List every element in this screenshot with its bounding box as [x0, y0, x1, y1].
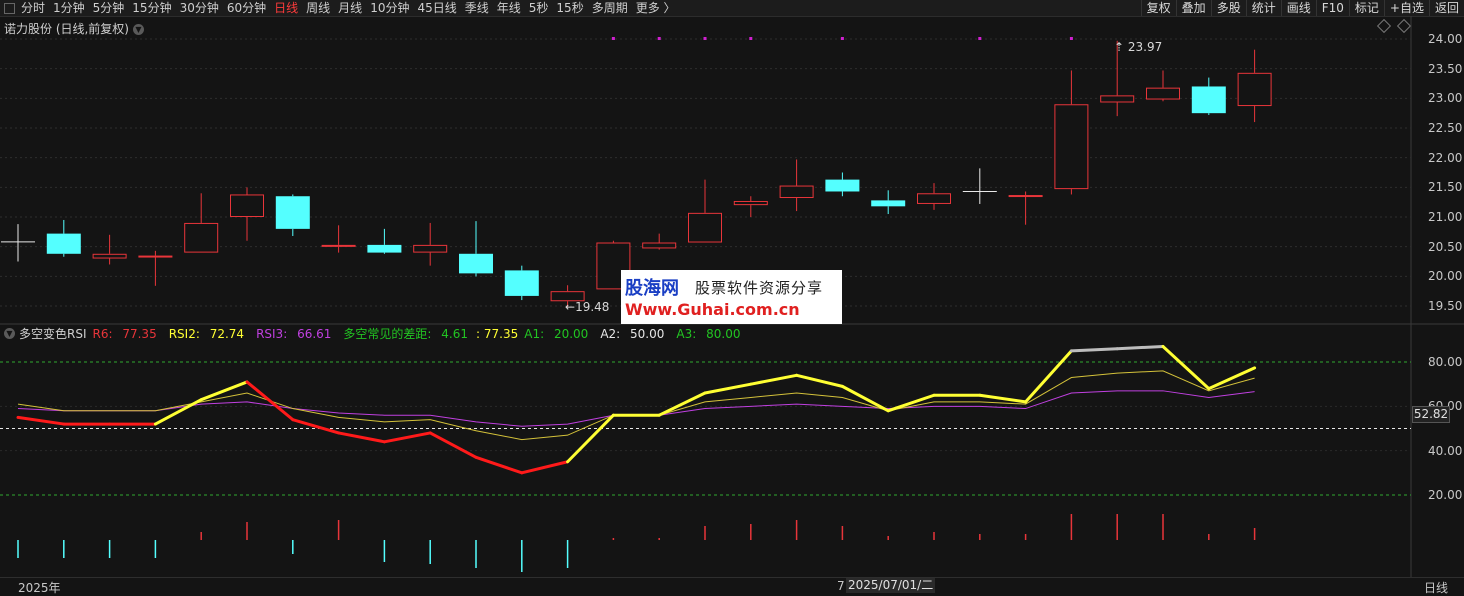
candle-body [1054, 104, 1089, 190]
candle-body [459, 253, 493, 274]
price-tick-label: 24.00 [1428, 32, 1463, 46]
candle-body [1191, 86, 1226, 114]
price-tick-label: 20.00 [1428, 269, 1463, 284]
signal-marker [749, 37, 753, 40]
indicator-tick-label: 80.00 [1428, 355, 1463, 369]
candle-body [917, 193, 951, 204]
watermark: 股海网 股票软件资源分享 Www.Guhai.com.cn [621, 270, 842, 324]
candle-body [642, 242, 677, 249]
price-tick-label: 23.50 [1428, 61, 1463, 76]
rsi1-segment [153, 398, 203, 426]
signal-marker [840, 37, 844, 40]
rsi1-segment [1207, 366, 1257, 391]
price-tick-label: 21.50 [1428, 180, 1463, 195]
rsi1-segment [1024, 349, 1073, 404]
candle-body [1146, 87, 1180, 100]
gap-value: 多空常见的差距: 4.61 [343, 327, 469, 341]
candle-body [321, 244, 356, 247]
low-arrow-icon: ← [565, 300, 576, 314]
candle-body [413, 244, 448, 253]
rsi3-line [17, 390, 1255, 427]
candle-body [1100, 95, 1135, 103]
price-tick-label: 22.50 [1428, 121, 1463, 135]
rsi1-segment [337, 431, 386, 444]
candle-body [138, 255, 173, 258]
low-price-label: ←19.48 [565, 300, 610, 314]
year-label: 2025年 [18, 581, 61, 595]
candle-body [230, 194, 264, 218]
candle-body [688, 212, 722, 243]
rsi2-value: RSI2: 72.74 [168, 326, 245, 341]
a3-value: A3: 80.00 [676, 326, 741, 341]
rsi1-segment [382, 431, 432, 444]
signal-marker [611, 37, 615, 40]
candle-body [1008, 195, 1043, 198]
a1-value: A1: 20.00 [524, 326, 589, 341]
candle-body [92, 253, 127, 259]
rsi1-segment [428, 431, 478, 459]
candle-body [275, 196, 310, 229]
watermark-slogan: 股票软件资源分享 [695, 279, 824, 297]
indicator-tick-label: 20.00 [1428, 488, 1463, 502]
indicator-tick-label: 40.00 [1428, 443, 1463, 458]
price-tick-label: 19.50 [1428, 299, 1463, 313]
price-tick-label: 21.00 [1428, 210, 1463, 224]
rsi3-value: RSI3: 66.61 [256, 326, 332, 341]
rsi1-segment [474, 455, 524, 475]
signal-marker [657, 37, 661, 40]
indicator-name[interactable]: 多空变色RSI [19, 325, 87, 342]
rsi1-segment [566, 413, 615, 464]
candle-body [1237, 72, 1272, 107]
candle-body [825, 179, 860, 192]
gap2-value: : 77.35 [476, 326, 519, 341]
rsi1-segment [1161, 344, 1211, 391]
price-tick-label: 20.50 [1428, 239, 1463, 254]
rsi2-line [17, 370, 1255, 441]
signal-marker [978, 37, 982, 40]
candle-body [504, 270, 539, 296]
cursor-prefix: 7 [837, 579, 845, 593]
rsi1-segment [749, 373, 799, 386]
time-axis-bar [0, 577, 1464, 595]
price-tick-label: 23.00 [1428, 91, 1463, 106]
indicator-legend: ▼ 多空变色RSI R6: 77.35 RSI2: 72.74 RSI3: 66… [4, 325, 752, 342]
high-price-label: ⇡ 23.97 [1114, 40, 1163, 54]
rsi1-segment [291, 418, 341, 435]
rsi1-segment [978, 393, 1028, 404]
candle-body [733, 200, 768, 206]
rsi1-segment [245, 380, 295, 422]
rsi1-segment [1069, 347, 1119, 353]
high-arrow-icon: ⇡ [1114, 40, 1125, 54]
signal-marker [1069, 37, 1073, 40]
rsi1-segment [520, 460, 570, 475]
cursor-date: 2025/07/01/二 [846, 578, 936, 593]
rsi1-segment [1115, 344, 1165, 351]
signal-marker [703, 37, 707, 40]
rsi1-segment [795, 373, 844, 388]
period-label[interactable]: 日线 [1424, 579, 1448, 596]
candle-body [367, 244, 402, 253]
r6-value: R6: 77.35 [92, 326, 157, 341]
watermark-brand: 股海网 [625, 278, 679, 299]
rsi1-segment [16, 415, 66, 426]
rsi1-segment [703, 382, 753, 395]
a2-value: A2: 50.00 [600, 326, 665, 341]
price-tick-label: 22.00 [1428, 150, 1463, 165]
candle-body [46, 233, 81, 254]
current-value-tag: 52.82 [1412, 406, 1450, 423]
watermark-url: Www.Guhai.com.cn [625, 300, 800, 319]
candle-body [871, 200, 906, 207]
candle-body [184, 222, 219, 253]
chevron-down-icon[interactable]: ▼ [4, 328, 15, 339]
candle-body [779, 185, 814, 199]
